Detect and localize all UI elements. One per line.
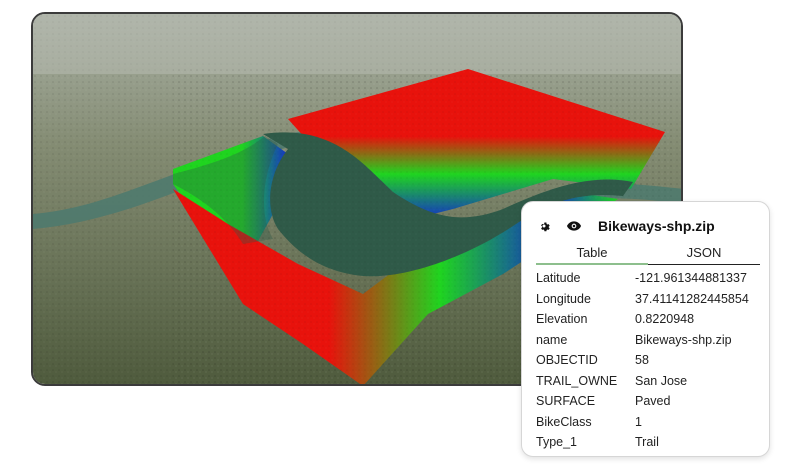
attribute-value: Paved [635,394,671,409]
attribute-key: SURFACE [536,394,596,409]
attribute-value: Bikeways-shp.zip [635,332,732,347]
table-row: Longitude 37.41141282445854 [536,289,766,310]
popup-title: Bikeways-shp.zip [598,218,715,234]
attribute-value: 1 [635,414,642,429]
attribute-value: San Jose [635,373,688,388]
attribute-key: name [536,332,568,347]
eye-icon[interactable] [566,218,582,234]
feature-popup: Bikeways-shp.zip Table JSON Latitude -12… [521,201,770,457]
attribute-value: Trail [635,435,659,450]
attribute-value: 37.41141282445854 [635,291,749,306]
table-row: Latitude -121.961344881337 [536,268,766,289]
attribute-key: TRAIL_OWNE [536,373,618,388]
table-row: Elevation 0.8220948 [536,309,766,330]
attribute-key: BikeClass [536,414,592,429]
tab-json[interactable]: JSON [648,243,760,265]
table-row: name Bikeways-shp.zip [536,330,766,351]
attribute-key: Longitude [536,291,591,306]
table-row: SURFACE Paved [536,391,766,412]
attribute-value: -121.961344881337 [635,271,747,286]
attribute-key: Latitude [536,271,581,286]
popup-header: Bikeways-shp.zip [536,216,759,236]
attribute-value: 0.8220948 [635,312,695,327]
attribute-value: 58 [635,353,649,368]
table-row: OBJECTID 58 [536,350,766,371]
attribute-table: Latitude -121.961344881337 Longitude 37.… [536,268,766,453]
attribute-key: Type_1 [536,435,578,450]
table-row: BikeClass 1 [536,412,766,433]
popup-tabs: Table JSON [536,243,760,265]
gear-icon[interactable] [536,218,552,234]
table-row: Type_1 Trail [536,432,766,453]
table-row: TRAIL_OWNE San Jose [536,371,766,392]
tab-table[interactable]: Table [536,243,648,265]
attribute-key: Elevation [536,312,588,327]
attribute-key: OBJECTID [536,353,598,368]
